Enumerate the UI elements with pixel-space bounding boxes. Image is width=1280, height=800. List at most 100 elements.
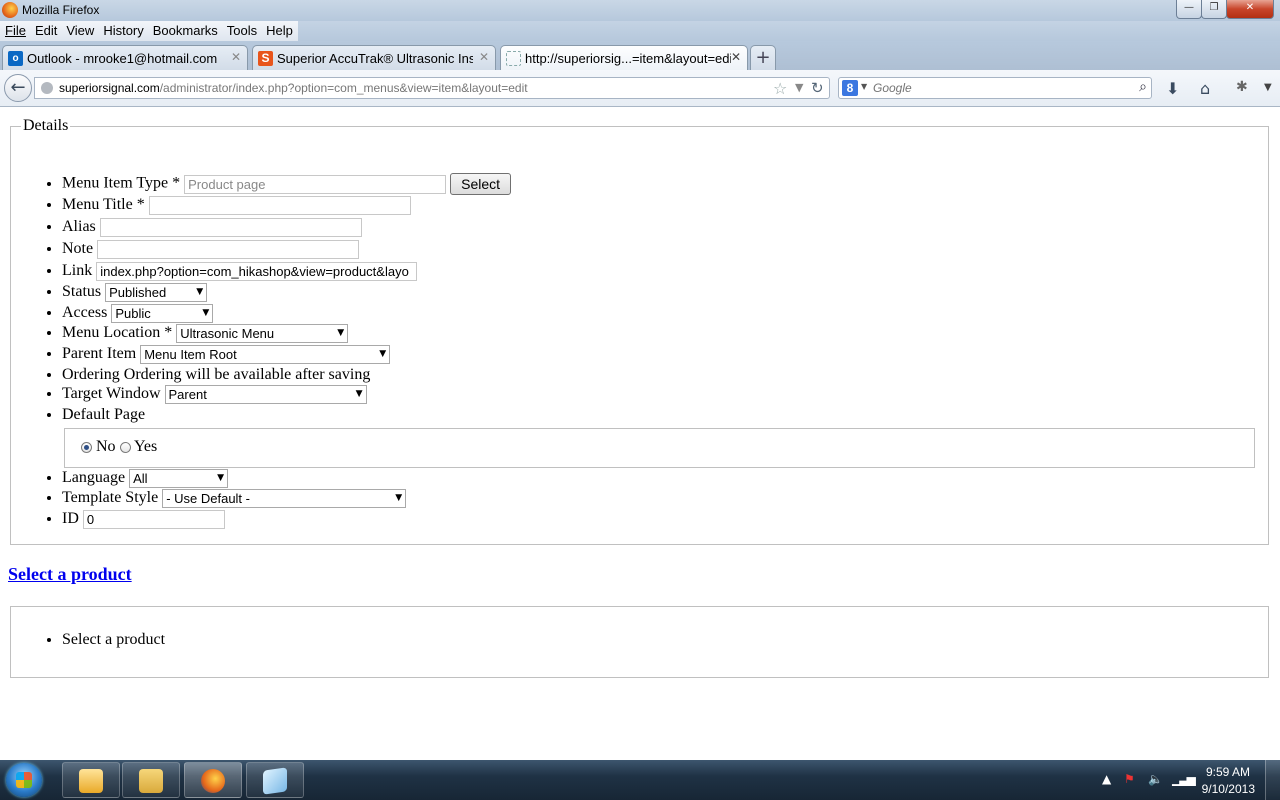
field-parent-item: Parent Item Menu Item Root ▼ [62, 345, 391, 364]
show-hidden-icons-icon[interactable]: ▲ [1102, 772, 1111, 786]
notepad-icon [263, 767, 287, 795]
default-page-fieldset: No Yes [64, 428, 1255, 468]
volume-icon[interactable]: 🔈 [1148, 772, 1163, 786]
reload-icon[interactable]: ↻ [811, 79, 824, 97]
page-content: Details Menu Item Type * Product page Se… [0, 107, 1280, 760]
default-no-label[interactable]: No [96, 438, 116, 455]
clock-date[interactable]: 9/10/2013 [1202, 782, 1255, 796]
network-signal-icon[interactable]: ▁▃▅ [1172, 772, 1196, 786]
clock-time[interactable]: 9:59 AM [1206, 765, 1250, 779]
menu-bookmarks[interactable]: Bookmarks [148, 21, 222, 38]
download-icon[interactable]: ⬇ [1166, 79, 1179, 98]
window-title-bar[interactable]: Mozilla Firefox — ❐ ✕ [0, 0, 1280, 21]
url-text[interactable]: superiorsignal.com/administrator/index.p… [59, 81, 528, 95]
select-product-link[interactable]: Select a product [8, 564, 132, 585]
chevron-down-icon: ▼ [395, 493, 403, 503]
default-yes-radio[interactable] [119, 441, 131, 453]
menu-view[interactable]: View [61, 21, 98, 38]
field-language: Language All ▼ [62, 469, 229, 488]
field-menu-title: Menu Title * [62, 196, 411, 215]
tab-close-icon[interactable]: ✕ [231, 50, 241, 64]
id-input[interactable]: 0 [82, 510, 225, 529]
tab-close-icon[interactable]: ✕ [479, 50, 489, 64]
menu-tools[interactable]: Tools [222, 21, 261, 38]
target-window-select[interactable]: Parent ▼ [164, 385, 367, 404]
field-id: ID 0 [62, 510, 225, 529]
windows-taskbar: ▲ ⚑ 🔈 ▁▃▅ 9:59 AM 9/10/2013 [0, 760, 1280, 800]
parent-item-select[interactable]: Menu Item Root ▼ [140, 345, 391, 364]
search-input[interactable] [873, 80, 1123, 96]
blank-page-icon [506, 51, 521, 66]
minimize-button[interactable]: — [1176, 0, 1202, 19]
details-fieldset: Details Menu Item Type * Product page Se… [10, 117, 1269, 545]
home-icon[interactable]: ⌂ [1200, 79, 1210, 98]
search-icon[interactable]: ⌕ [1139, 79, 1147, 95]
menu-location-select[interactable]: Ultrasonic Menu ▼ [176, 324, 349, 343]
status-select[interactable]: Published ▼ [105, 283, 208, 302]
start-button[interactable] [6, 763, 42, 797]
language-select[interactable]: All ▼ [129, 469, 229, 488]
url-bar[interactable]: superiorsignal.com/administrator/index.p… [34, 77, 830, 99]
site-identity-icon[interactable] [41, 82, 53, 94]
access-label: Access [62, 304, 108, 322]
field-note: Note [62, 240, 360, 259]
menu-file[interactable]: File [0, 21, 30, 38]
note-input[interactable] [97, 240, 360, 259]
taskbar-firefox-button[interactable] [184, 762, 242, 798]
tab-superior-accutrak[interactable]: S Superior AccuTrak® Ultrasonic Instru..… [252, 45, 496, 70]
link-label: Link [62, 262, 93, 280]
maximize-button[interactable]: ❐ [1201, 0, 1227, 19]
chevron-down-icon: ▼ [379, 349, 387, 359]
taskbar-outlook-button[interactable] [62, 762, 120, 798]
default-yes-label[interactable]: Yes [134, 438, 157, 455]
target-window-value: Parent [168, 387, 207, 402]
tab-current-page[interactable]: http://superiorsig...=item&layout=edit ✕ [500, 45, 748, 70]
bookmark-star-icon[interactable]: ☆ [773, 79, 787, 98]
tab-strip: o Outlook - mrooke1@hotmail.com ✕ S Supe… [0, 41, 1280, 70]
navigation-toolbar: ← superiorsignal.com/administrator/index… [0, 70, 1280, 107]
taskbar-notes-button[interactable] [246, 762, 304, 798]
select-menu-item-type-button[interactable]: Select [450, 173, 512, 195]
addon-icon[interactable]: ✱ [1236, 79, 1248, 95]
history-dropdown-icon[interactable]: ▼ [795, 81, 803, 94]
taskbar-explorer-button[interactable] [122, 762, 180, 798]
alias-label: Alias [62, 218, 96, 236]
menu-item-type-label: Menu Item Type * [62, 174, 181, 192]
url-domain: superiorsignal.com [59, 81, 160, 95]
alias-input[interactable] [99, 218, 362, 237]
back-button[interactable]: ← [4, 74, 32, 102]
action-center-flag-icon[interactable]: ⚑ [1124, 772, 1135, 786]
outlook-icon: o [8, 51, 23, 66]
menu-bar-background [298, 21, 1280, 41]
tab-close-icon[interactable]: ✕ [731, 50, 741, 64]
default-no-radio[interactable] [81, 441, 92, 453]
search-engine-dropdown-icon[interactable]: ▼ [861, 82, 867, 91]
search-bar[interactable]: 8 ▼ ⌕ [838, 77, 1152, 99]
link-input[interactable]: index.php?option=com_hikashop&view=produ… [96, 262, 418, 281]
field-menu-item-type: Menu Item Type * Product page Select [62, 173, 512, 195]
access-select[interactable]: Public ▼ [111, 304, 214, 323]
parent-item-value: Menu Item Root [144, 347, 237, 362]
default-page-options: No Yes [81, 438, 157, 456]
language-value: All [133, 471, 148, 486]
menu-title-input[interactable] [148, 196, 411, 215]
template-style-select[interactable]: - Use Default - ▼ [162, 489, 407, 508]
google-icon[interactable]: 8 [842, 80, 858, 96]
menu-history[interactable]: History [98, 21, 147, 38]
field-link: Link index.php?option=com_hikashop&view=… [62, 262, 418, 281]
show-desktop-button[interactable] [1265, 760, 1280, 800]
tab-outlook[interactable]: o Outlook - mrooke1@hotmail.com ✕ [2, 45, 248, 70]
menu-help[interactable]: Help [261, 21, 297, 38]
chevron-down-icon: ▼ [202, 308, 210, 318]
template-style-value: - Use Default - [166, 491, 250, 506]
product-list: Select a product [62, 631, 165, 649]
close-window-button[interactable]: ✕ [1226, 0, 1274, 19]
default-page-label: Default Page [62, 406, 146, 423]
toolbar-dropdown-icon[interactable]: ▼ [1264, 82, 1272, 93]
windows-logo-icon [16, 772, 32, 788]
new-tab-button[interactable]: + [750, 45, 776, 70]
menu-edit[interactable]: Edit [30, 21, 61, 38]
menu-item-type-input[interactable]: Product page [184, 174, 447, 194]
language-label: Language [62, 469, 126, 487]
access-value: Public [115, 306, 151, 321]
